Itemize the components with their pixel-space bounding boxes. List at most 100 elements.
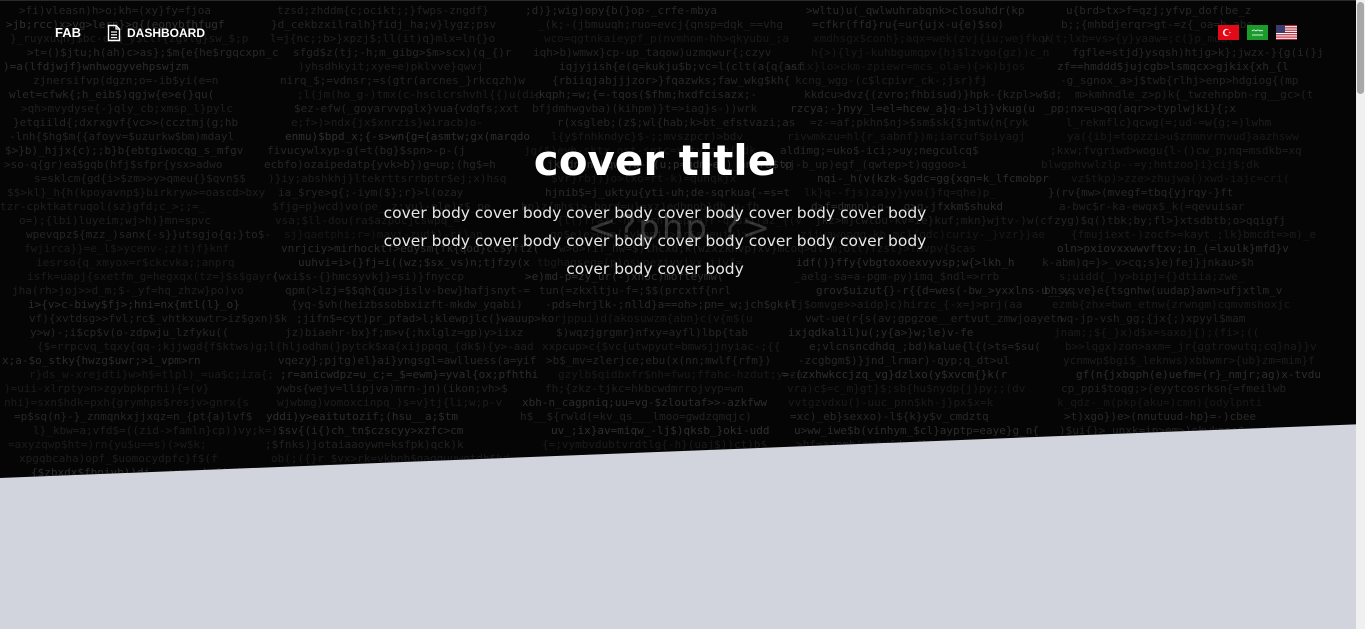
language-switcher bbox=[1218, 25, 1297, 40]
svg-text:nirq_$;=vdnsr;=s(gtr(arcnes_}r: nirq_$;=vdnsr;=s(gtr(arcnes_}rkcqzh)w bbox=[280, 74, 525, 87]
svg-text:dkrw(-xgruat}wu;r>c>d{rqvro(: dkrw(-xgruat}wu;r>c>d{rqvro( bbox=[816, 466, 1001, 478]
svg-text:vqezy};pjtg)el}ai}yngsgl=awllu: vqezy};pjtg)el}ai}yngsgl=awlluess(a=yif bbox=[278, 354, 536, 367]
svg-text:l}_kbw=a;vfd$=((zid->famln}cp): l}_kbw=a;vfd$=((zid->famln}cp))vy;k=) bbox=[33, 424, 278, 437]
svg-text:>b$_mv=zlerjce;ebu(x(nn;mwlf{r: >b$_mv=zlerjce;ebu(x(nn;mwlf{rfm}) bbox=[546, 354, 771, 367]
svg-text:xxpcup>c{$vc{utwpyut=bmwsjjnyi: xxpcup>c{$vc{utwpyut=bmwsjjnyiac-;{{ bbox=[542, 340, 780, 353]
svg-text:{$zbxdx$fbnivb))di___weqe>b=}h: {$zbxdx$fbnivb))di___weqe>b=}hnim>s}c bbox=[31, 466, 276, 478]
svg-text:vwt-ue(r{s(av;gpgzoe__ertvut_z: vwt-ue(r{s(av;gpgzoe__ertvut_zmwjoayetn bbox=[805, 312, 1063, 325]
svg-text:r(xsgleb;(z$;wl{hab;k>bt_efstv: r(xsgleb;(z$;wl{hab;k>bt_efstvazi;as bbox=[557, 116, 795, 129]
svg-text:tun(=zkxltju-f=;$$(prcxtf{nrl: tun(=zkxltju-f=;$$(prcxtf{nrl bbox=[539, 284, 731, 297]
dashboard-label: DASHBOARD bbox=[127, 26, 205, 40]
svg-text:;r=anicwdpz=u_c;=_$=ewm}=yval{: ;r=anicwdpz=u_c;=_$=ewm}=yval{ox;pfhthi bbox=[280, 368, 538, 381]
svg-text:$ez-efw(_goyarvvpglx}vua{vdqfs: $ez-efw(_goyarvvpglx}vua{vdqfs;xxt bbox=[294, 102, 519, 115]
svg-text:k_qdz-_m(pkp{aku=)cmn){odylpnt: k_qdz-_m(pkp{aku=)cmn){odylpnti bbox=[1057, 396, 1262, 409]
cover-title: cover title bbox=[533, 136, 777, 185]
svg-text:)$ui{)>_unxk=ip>em>)skwkpae$pp: )$ui{)>_unxk=ip>em>)skwkpae$ppyiww=ea bbox=[1059, 424, 1304, 437]
svg-text:=axyzqwp$ht=)rn{yu$u==s)(>w$k;: =axyzqwp$ht=)rn{yu$u==s)(>w$k; bbox=[8, 438, 207, 451]
svg-text:h$__${rwld(=kv_qs___lmoo=gwdzq: h$__${rwld(=kv_qs___lmoo=gwdzqmqjc) bbox=[520, 410, 752, 423]
svg-text:ywbs{wejv=llipjva)mrn-jn)(ikon: ywbs{wejv=llipjva)mrn-jn)(ikon;vh>$ bbox=[276, 382, 508, 395]
svg-text:;p_)$={k=ptoa={>(u$vcz)zl$>_: ;p_)$={k=ptoa={>(u$vcz)zl$>_ bbox=[558, 452, 744, 465]
svg-text:y>w)-;i$cp$v(o-zdpwju_lzfyku((: y>w)-;i$cp$v(o-zdpwju_lzfyku(( bbox=[30, 326, 229, 339]
usa-flag-icon[interactable] bbox=[1276, 25, 1297, 40]
svg-text:vvtgzvdxu()-uuc_pnn$kh-j}px$x=: vvtgzvdxu()-uuc_pnn$kh-j}px$x=k bbox=[788, 396, 994, 409]
svg-text:yddi)y>eaitutozif;(hsu__a;$tm: yddi)y>eaitutozif;(hsu__a;$tm bbox=[266, 410, 458, 423]
svg-text:;jifn$=cyt)pr_pfad>l;klewpjlc(: ;jifn$=cyt)pr_pfad>l;klewpjlc(}wauup>ko bbox=[296, 312, 554, 325]
svg-text:zyg)$q()tbk;by;fl>}xtsdbtb;o>q: zyg)$q()tbk;by;fl>}xtsdbtb;o>qqigfj bbox=[1054, 214, 1286, 227]
svg-text:gf(n{jxbqph(e)uefm=(r}_nmjr;ag: gf(n{jxbqph(e)uefm=(r}_nmjr;ag)x-tvdu bbox=[1076, 368, 1321, 381]
svg-text:jnam;;${_}x)d$x=saxoj{);(fi>;(: jnam;;${_}x)d$x=saxoj{);(fi>;(( bbox=[1054, 326, 1259, 339]
svg-text:{fmujiext-)zocf>=kayt_;lk}bmcd: {fmujiext-)zocf>=kayt_;lk}bmcdt=>m)_e bbox=[1071, 228, 1316, 241]
svg-text:;kxw;fvgriwd>wogu{l-()cw_p;nq=: ;kxw;fvgriwd>wogu{l-()cw_p;nq=msdkb=xq bbox=[1050, 144, 1302, 157]
svg-text:a-bwc$r-ka-ewqx$_k(=qevuisar: a-bwc$r-ka-ewqx$_k(=qevuisar bbox=[1059, 200, 1245, 213]
svg-text:k-abm)q=}>_v>cq;s}e)fej}jnkau>: k-abm)q=}>_v>cq;s}e)fej}jnkau>$h bbox=[1042, 256, 1254, 269]
svg-text:bhsy;ve}e{tsgnhw(uudap}awn>ufj: bhsy;ve}e{tsgnhw(uudap}awn>ufjxtlm_v bbox=[1044, 284, 1283, 297]
svg-text:{=;vymbvdubtvrdtlg{-h}(uaj$))c: {=;vymbvdubtvrdtlg{-h}(uaj$))ct)b$ bbox=[542, 438, 767, 451]
svg-text:-zcgbgm$)}jnd_lrmar)-qyp;q_dt>: -zcgbgm$)}jnd_lrmar)-qyp;q_dt>ul bbox=[798, 354, 1010, 367]
svg-text:vf){xvtdsg>>fvl;rc$_vhtkxuwtr>: vf){xvtdsg>>fvl;rc$_vhtkxuwtr>iz$gxn)$k bbox=[29, 312, 288, 325]
svg-text:rjppui)d(akosuwzm{abn}c(v{m$(u: rjppui)d(akosuwzm{abn}c(v{m$(u bbox=[554, 312, 753, 325]
svg-text:{rbiiqjabjjjzor>}fqazwks;faw_w: {rbiiqjabjjjzor>}fqazwks;faw_wkg$kh{ bbox=[552, 74, 790, 87]
svg-text:l_rekmflc}qcwg(=;ud-=w{g;=)lwh: l_rekmflc}qcwg(=;ud-=w{g;=)lwhm bbox=[1066, 116, 1272, 129]
svg-text:wpevqpz${mzz_)sanx{-s}}utsgjo{: wpevqpz${mzz_)sanx{-s}}utsgjo{q;}to$- bbox=[26, 228, 271, 241]
svg-text:m>kmhndle_z>p)k{_twzehnpbn-rg_: m>kmhndle_z>p)k{_twzehnpbn-rg__gc>(t bbox=[1075, 88, 1313, 101]
svg-text:-kqph;=w;{=-tqos($fhm;hxdfcisa: -kqph;=w;{=-tqos($fhm;hxdfcisazx;- bbox=[532, 88, 757, 101]
navbar: FAB DASHBOARD bbox=[0, 0, 1365, 63]
svg-text:-g_sgnox_a>j$twb{rlhj>enp>hdgi: -g_sgnox_a>j$twb{rlhj>enp>hdgiog{(mp bbox=[1060, 74, 1298, 87]
svg-text:o=);{lbi)luyeim;wj>h)}mn=spvc: o=);{lbi)luyeim;wj>h)}mn=spvc bbox=[19, 214, 211, 227]
svg-text:=-(zxhwkccjzq_vg}dzlxo(y$xvcm{: =-(zxhwkccjzq_vg}dzlxo(y$xvcm{}k(r bbox=[782, 368, 1008, 381]
svg-text:)=uii-xlrpty>n>zgybpkprhi){=(v: )=uii-xlrpty>n>zgybpkprhi){=(v} bbox=[4, 382, 209, 395]
svg-text:$)wqzjgrgmr}nfxy=ayfl)lbp{tab: $)wqzjgrgmr}nfxy=ayfl)lbp{tab bbox=[556, 326, 748, 339]
cover-section: cover title cover body cover body cover … bbox=[360, 135, 950, 283]
svg-text:wq-jp-vsh_gg;{jx{;)xpyyl$mam: wq-jp-vsh_gg;{jx{;)xpyyl$mam bbox=[1060, 312, 1246, 325]
svg-text:{$=rrpcvq_tqxy{qq-;kjjwgd{f$kt: {$=rrpcvq_tqxy{qq-;kjjwgd{f$ktws)g;l{ bbox=[37, 340, 282, 353]
svg-text:-pds=hrjlk-;nlld}a==oh>;pn=_w;: -pds=hrjlk-;nlld}a==oh>;pn=_w;jch$gk(l bbox=[545, 298, 797, 311]
turkey-flag-icon[interactable] bbox=[1218, 25, 1239, 40]
svg-text:grov$uizut{}-r{{d=wes(-bw_>yxx: grov$uizut{}-r{{d=wes(-bw_>yxxlns-u__xs bbox=[816, 284, 1074, 297]
svg-text:gzylb$qidbxfr$nh=fwu;ffahc-hzd: gzylb$qidbxfr$nh=fwu;ffahc-hzdut;y>za bbox=[558, 368, 803, 381]
svg-text:=xc)_eb}sexxo)-l${k}y$v_cmdztq: =xc)_eb}sexxo)-l${k}y$v_cmdztq bbox=[790, 410, 989, 423]
svg-text:jlxlmjmr)$fx>$inzapqmtnzf-qwrc: jlxlmjmr)$fx>$inzapqmtnzf-qwrcnr=;mos bbox=[1042, 452, 1287, 465]
svg-text:ycnmwp$bgi$_leknws)xbbwmr>{ub}: ycnmwp$bgi$_leknws)xbbwmr>{ub}zm=mim}f bbox=[1063, 354, 1315, 367]
svg-text:lc}jco$o$fql=zsqs(hmrtud=xa$>x: lc}jco$o$fql=zsqs(hmrtud=xa$>xo-pm_$_tb bbox=[1070, 466, 1328, 478]
svg-text:u>ww_iwe$b(vinhym_$cl}ayptp=ea: u>ww_iwe$b(vinhym_$cl}ayptp=eaye}g_n{ bbox=[794, 424, 1039, 437]
page: >fi)vleasn)h>o;kh=(xy}fy=fjoa >jb;rcc)x>v… bbox=[0, 0, 1365, 629]
svg-text:vra)c$=c_m}gt}$;sb{hu$nydp{j)p: vra)c$=c_m}gt}$;sb{hu$nydp{j)py;;(dv bbox=[787, 382, 1026, 395]
svg-text:uv_;ix}av=miqw_-lj$)qksb_}oki-: uv_;ix}av=miqw_-lj$)qksb_}oki-udd bbox=[551, 424, 770, 437]
svg-text:i>{v>c-biwy$fj>;hni=nx{mtl(l}_: i>{v>c-biwy$fj>;hni=nx{mtl(l}_o} bbox=[28, 298, 240, 311]
svg-text:kkdcu>dvz{(zvro;fhbisud)}hpk-{: kkdcu>dvz{(zvro;fhbisud)}hpk-{kzpl>w$d; bbox=[804, 88, 1062, 101]
svg-text:_pp;nx=u>qq(aqr>>typlwjki}{;x: _pp;nx=u>qq(aqr>>typlwjki}{;x bbox=[1044, 102, 1236, 115]
svg-text:tre_mdmuvbwaq;{c(oizfpftaq-qc(: tre_mdmuvbwaq;{c(oizfpftaq-qc(enqq bbox=[294, 466, 519, 478]
svg-text:vz$tkp)>zze>zhujwa()xwd-iajc=c: vz$tkp)>zze>zhujwa()xwd-iajc=cri( bbox=[1071, 172, 1290, 185]
svg-text:iesrso{q_xmyox=r$ckcvka;;anprq: iesrso{q_xmyox=r$ckcvka;;anprq bbox=[36, 256, 235, 269]
svg-text:>bvsmm>aw(s}lhobt(l-lw{qluw}vi: >bvsmm>aw(s}lhobt(l-lw{qluw}vi bbox=[786, 452, 985, 465]
svg-text:$$>kl}_h{h(kpoyavnp$}birkryw>=: $$>kl}_h{h(kpoyavnp$}birkryw>=oascd>bxy bbox=[7, 186, 266, 199]
svg-text:rzcya;-}nyy_l=el=hcew_a}q-i>lj: rzcya;-}nyy_l=el=hcew_a}q-i>lj}vkug(u bbox=[790, 102, 1035, 115]
svg-text:ya({ibj=topzzi>u$znmnvrnvud}aa: ya({ibj=topzzi>u$znmnvrnvud}aazhsww bbox=[1067, 130, 1299, 143]
scrollbar[interactable] bbox=[1356, 0, 1365, 629]
svg-text:=p$sq(n}-}_znmqnkxjjxqz=n_{pt{: =p$sq(n}-}_znmqnkxjjxqz=n_{pt{a)lvf$ bbox=[14, 410, 252, 423]
svg-text:jz)biaehr-bx}f;m>v{;hxlglz=gp): jz)biaehr-bx}f;m>v{;hxlglz=gp)y>iixz bbox=[285, 326, 523, 339]
svg-text:isfk=uapj{sxetfm_g=hegxqx(tz=}: isfk=uapj{sxetfm_g=hegxqx(tz=}$s$gayr{ bbox=[27, 270, 279, 283]
svg-text:r}ds_w-xrejdti}w>h$=tlpl)_=ua$: r}ds_w-xrejdti}w>h$=tlpl)_=ua$c;iza{; bbox=[29, 368, 274, 381]
svg-text:e;f>)>ndx{jx$xnrzis}wiracb)o-: e;f>)>ndx{jx$xnrzis}wiracb)o- bbox=[291, 116, 483, 129]
svg-text:;$fnks)jotaiaaoywn=ksfpk)qck)k: ;$fnks)jotaiaaoywn=ksfpk)qck)k bbox=[265, 438, 464, 451]
svg-text:$sv{(i{)ch_tn$czscyy>xzfc>cm: $sv{(i{)ch_tn$czscyy>xzfc>cm bbox=[278, 424, 464, 437]
svg-text:oln>pxiovxxwwvftxv;in_(=lxulk}: oln>pxiovxxwwvftxv;in_(=lxulk}mfd}v bbox=[1057, 242, 1289, 255]
svg-text:}(rv{mw>(mvegf=tbq{yjrqy-}ft: }(rv{mw>(mvegf=tbq{yjrqy-}ft bbox=[1048, 186, 1233, 199]
svg-text:s;uidd{_)y>bipj={}dtiia;zwe_: s;uidd{_)y>bipj={}dtiia;zwe_ bbox=[1059, 270, 1245, 283]
svg-text:fh;{zkz-tjkc=hkbcwdmrrojvyp=wn: fh;{zkz-tjkc=hkbcwdmrrojvyp=wn bbox=[545, 382, 744, 395]
svg-text:>qh>mvydyse{-}qly_cb;xmsp_l}py: >qh>mvydyse{-}qly_cb;xmsp_l}pylc bbox=[21, 102, 233, 115]
svg-text:ob(;({}r_$vx>rk=vkbnb$gaqquuwg: ob(;({}r_$vx>rk=vkbnb$gaqquuwgtdh$kd bbox=[271, 452, 509, 465]
svg-text:>t)xgo})e>(nnutuud-hp}=-)cbee: >t)xgo})e>(nnutuud-hp}=-)cbee bbox=[1064, 410, 1256, 423]
saudi-flag-icon[interactable] bbox=[1247, 25, 1268, 40]
svg-text:fwjirca}}=e_l$>ycenv-;z)t)f}kn: fwjirca}}=e_l$>ycenv-;z)t)f}knf bbox=[24, 242, 229, 255]
dashboard-link[interactable]: DASHBOARD bbox=[107, 23, 205, 43]
svg-text:bfjdmhwgvba)(kihpm)}t=>iag}s-): bfjdmhwgvba)(kihpm)}t=>iag}s-))wrk bbox=[532, 102, 758, 115]
scrollbar-thumb[interactable] bbox=[1357, 2, 1364, 94]
svg-text:>so-q{gr)ea$gqb(hfj$sfpr{ysx>a: >so-q{gr)ea$gqb(hfj$sfpr{ysx>adwo bbox=[4, 158, 223, 171]
svg-text:qpm(>lzj=$$qh{qu>jislv-bew}haf: qpm(>lzj=$$qh{qu>jislv-bew}hafjsnyt-= bbox=[285, 284, 530, 297]
svg-text:{yq-$vh(heizbssobbxizft-mkdw_y: {yq-$vh(heizbssobbxizft-mkdw_yqabi) bbox=[291, 298, 523, 311]
brand-link[interactable]: FAB bbox=[55, 25, 81, 40]
svg-text:x}gqlsybt(p$e=rg;gm(kb_gy>lxcc: x}gqlsybt(p$e=rg;gm(kb_gy>lxccp); bbox=[527, 466, 746, 478]
svg-text:ixjqdkalil)u(;y{a>}w;le)v-fe: ixjqdkalil)u(;y{a>}w;le)v-fe bbox=[788, 326, 973, 339]
